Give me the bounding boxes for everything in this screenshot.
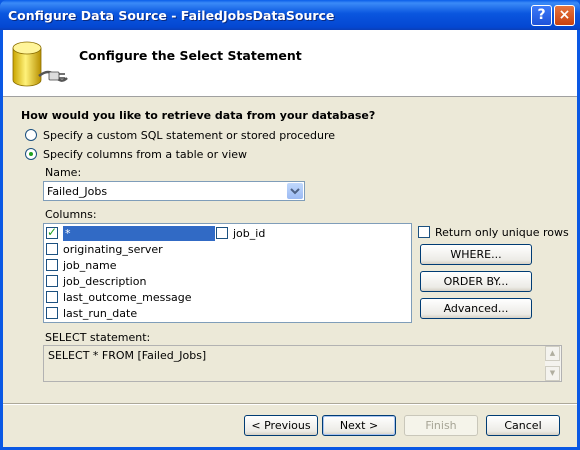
- table-columns-option[interactable]: Specify columns from a table or view: [25, 146, 247, 162]
- columns-list[interactable]: * job_id originating_server job_name job…: [43, 223, 412, 323]
- unique-rows-label: Return only unique rows: [435, 225, 569, 239]
- table-columns-label: Specify columns from a table or view: [43, 147, 248, 161]
- radio-custom-sql[interactable]: [25, 129, 37, 141]
- custom-sql-option[interactable]: Specify a custom SQL statement or stored…: [25, 127, 335, 143]
- select-statement-text: SELECT * FROM [Failed_Jobs]: [48, 349, 207, 362]
- column-checkbox[interactable]: [46, 291, 58, 303]
- column-item-job-description[interactable]: job_description: [46, 273, 146, 289]
- column-name: *: [63, 225, 215, 241]
- cancel-button[interactable]: Cancel: [486, 415, 560, 436]
- wizard-header: Configure the Select Statement: [3, 30, 577, 97]
- help-button[interactable]: ?: [531, 5, 552, 26]
- column-item-last-outcome-message[interactable]: last_outcome_message: [46, 289, 192, 305]
- sql-scrollbar[interactable]: ▲ ▼: [545, 346, 561, 381]
- next-button[interactable]: Next >: [322, 415, 396, 436]
- title-bar[interactable]: Configure Data Source - FailedJobsDataSo…: [0, 0, 580, 30]
- column-checkbox[interactable]: [46, 259, 58, 271]
- footer-divider: [3, 403, 577, 405]
- column-name: originating_server: [63, 242, 163, 256]
- chevron-down-icon[interactable]: [287, 183, 303, 199]
- column-checkbox[interactable]: [216, 227, 228, 239]
- window-title: Configure Data Source - FailedJobsDataSo…: [8, 8, 335, 23]
- order-by-button[interactable]: ORDER BY...: [420, 271, 532, 292]
- wizard-step-title: Configure the Select Statement: [79, 48, 302, 63]
- column-name: last_run_date: [63, 306, 138, 320]
- custom-sql-label: Specify a custom SQL statement or stored…: [43, 128, 336, 142]
- columns-label: Columns:: [45, 208, 97, 221]
- scroll-up-icon[interactable]: ▲: [545, 346, 560, 361]
- table-name-value: Failed_Jobs: [47, 185, 108, 198]
- column-checkbox[interactable]: [46, 225, 58, 239]
- column-item-job-id[interactable]: job_id: [216, 225, 265, 241]
- retrieve-question: How would you like to retrieve data from…: [21, 109, 376, 122]
- unique-rows-option[interactable]: Return only unique rows: [418, 224, 569, 240]
- column-checkbox[interactable]: [46, 307, 58, 319]
- advanced-button[interactable]: Advanced...: [420, 298, 532, 319]
- scroll-down-icon[interactable]: ▼: [545, 366, 560, 381]
- name-label: Name:: [45, 166, 82, 179]
- unique-rows-checkbox[interactable]: [418, 226, 430, 238]
- column-name: last_outcome_message: [63, 290, 192, 304]
- table-name-dropdown[interactable]: Failed_Jobs: [43, 181, 305, 201]
- column-name: job_name: [63, 258, 117, 272]
- dialog-window: Configure Data Source - FailedJobsDataSo…: [0, 0, 580, 450]
- select-statement-label: SELECT statement:: [45, 331, 151, 344]
- close-button[interactable]: ×: [554, 5, 575, 26]
- column-name: job_id: [233, 226, 266, 240]
- database-icon: [12, 41, 68, 87]
- dialog-body: Configure the Select Statement How would…: [3, 30, 577, 447]
- column-item-job-name[interactable]: job_name: [46, 257, 116, 273]
- radio-table-columns[interactable]: [25, 148, 37, 160]
- where-button[interactable]: WHERE...: [420, 244, 532, 265]
- column-name: job_description: [63, 274, 147, 288]
- column-item-last-run-date[interactable]: last_run_date: [46, 305, 137, 321]
- previous-button[interactable]: < Previous: [244, 415, 318, 436]
- finish-button: Finish: [404, 415, 478, 436]
- select-statement-box: SELECT * FROM [Failed_Jobs] ▲ ▼: [43, 345, 562, 382]
- column-item-star[interactable]: *: [46, 225, 215, 241]
- column-item-originating-server[interactable]: originating_server: [46, 241, 163, 257]
- column-checkbox[interactable]: [46, 275, 58, 287]
- column-checkbox[interactable]: [46, 243, 58, 255]
